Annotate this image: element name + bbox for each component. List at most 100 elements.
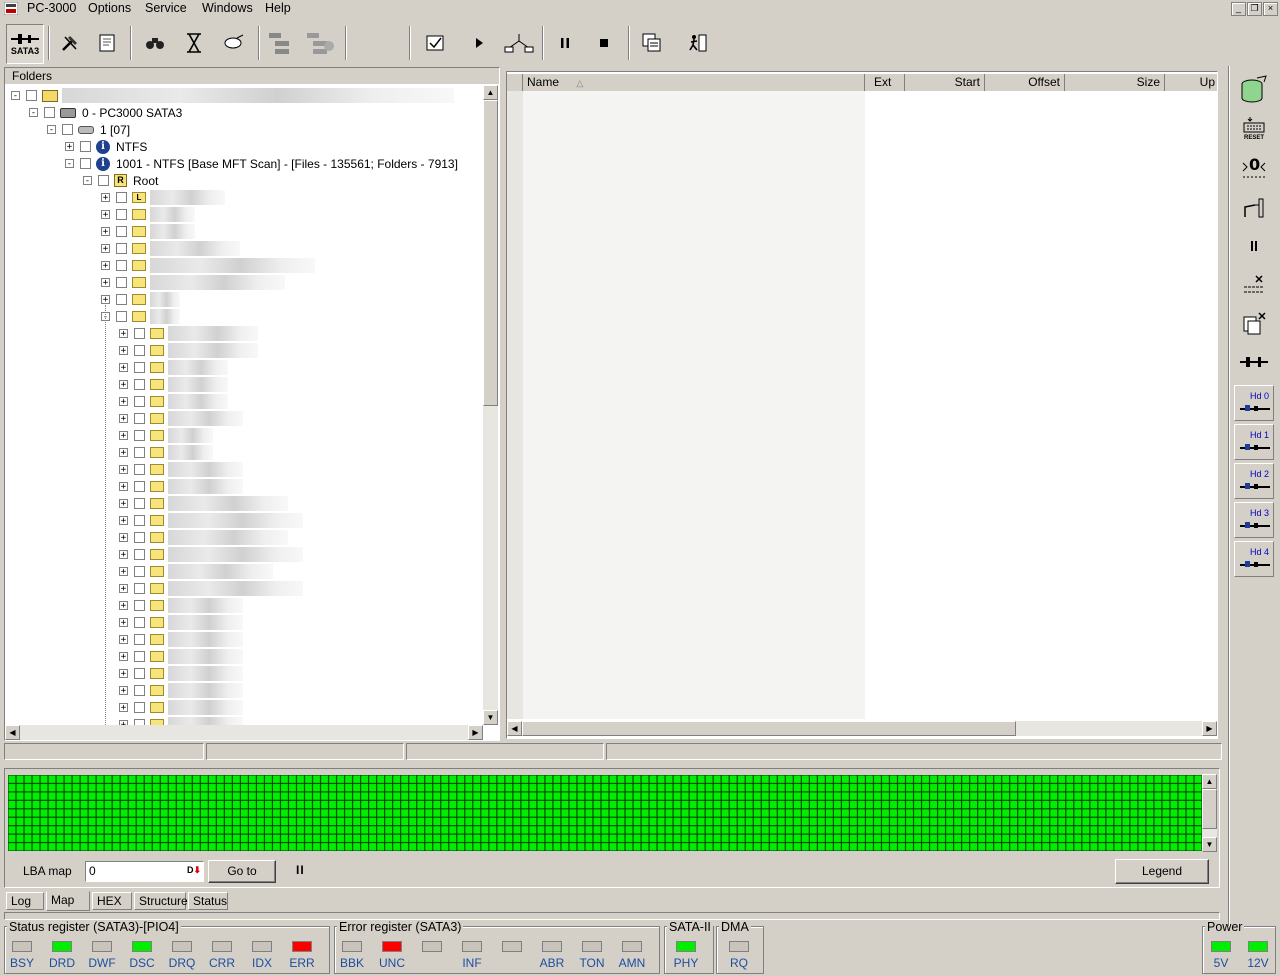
lba-block[interactable] — [777, 800, 785, 809]
lba-block[interactable] — [890, 800, 897, 809]
lba-block[interactable] — [184, 809, 192, 817]
lba-block[interactable] — [1026, 775, 1034, 783]
tree-scan[interactable]: - i 1001 - NTFS [Base MFT Scan] - [Files -… — [65, 155, 458, 172]
lba-block[interactable] — [200, 843, 208, 851]
lba-block[interactable] — [1098, 826, 1106, 834]
lba-block[interactable] — [353, 775, 360, 783]
lba-block[interactable] — [665, 800, 673, 809]
lba-block[interactable] — [433, 809, 441, 817]
lba-block[interactable] — [273, 800, 280, 809]
lba-block[interactable] — [705, 792, 713, 800]
lba-block[interactable] — [152, 826, 160, 834]
lba-block[interactable] — [858, 800, 865, 809]
lba-block[interactable] — [321, 792, 328, 800]
lba-block[interactable] — [569, 784, 577, 792]
lba-block[interactable] — [265, 826, 272, 834]
lba-block[interactable] — [561, 826, 569, 834]
lba-block[interactable] — [200, 809, 208, 817]
lba-block[interactable] — [152, 800, 160, 809]
tree-partition[interactable]: -1 [07] — [47, 121, 130, 138]
lba-block[interactable] — [321, 826, 328, 834]
lba-block[interactable] — [609, 809, 617, 817]
lba-block[interactable] — [697, 843, 705, 851]
lba-block[interactable] — [56, 809, 64, 817]
lba-block[interactable] — [481, 826, 489, 834]
lba-block[interactable] — [393, 792, 401, 800]
lba-block[interactable] — [96, 826, 104, 834]
tree-checkbox[interactable] — [134, 396, 145, 407]
lba-block[interactable] — [681, 834, 689, 842]
lba-block[interactable] — [1010, 792, 1018, 800]
lba-block[interactable] — [56, 843, 64, 851]
lba-block[interactable] — [777, 834, 785, 842]
lba-block[interactable] — [1106, 817, 1114, 826]
lba-block[interactable] — [216, 834, 224, 842]
lba-block[interactable] — [409, 817, 417, 826]
lba-block[interactable] — [1186, 843, 1194, 851]
lba-block[interactable] — [96, 784, 104, 792]
lba-block[interactable] — [249, 800, 256, 809]
lba-block[interactable] — [946, 826, 953, 834]
lba-block[interactable] — [914, 826, 921, 834]
lba-block[interactable] — [577, 809, 585, 817]
lba-block[interactable] — [1170, 792, 1178, 800]
lba-block[interactable] — [874, 800, 881, 809]
lba-map-grid[interactable] — [8, 775, 1202, 851]
lba-block[interactable] — [481, 792, 489, 800]
lba-block[interactable] — [890, 792, 897, 800]
lba-block[interactable] — [529, 775, 537, 783]
lba-block[interactable] — [32, 775, 40, 783]
lba-block[interactable] — [513, 784, 521, 792]
lba-block[interactable] — [425, 809, 433, 817]
column-start[interactable]: Start — [905, 74, 985, 91]
lba-block[interactable] — [898, 800, 905, 809]
expand-icon[interactable]: + — [119, 703, 128, 713]
exit-button[interactable] — [681, 24, 715, 62]
lba-block[interactable] — [160, 834, 168, 842]
lba-block[interactable] — [80, 817, 88, 826]
tree-subfolder[interactable]: + — [119, 580, 303, 597]
lba-block[interactable] — [529, 809, 537, 817]
tree-list-gray-button[interactable] — [303, 24, 337, 62]
lba-block[interactable] — [96, 817, 104, 826]
lba-block[interactable] — [112, 775, 120, 783]
lba-block[interactable] — [1066, 843, 1074, 851]
lba-block[interactable] — [962, 809, 970, 817]
lba-block[interactable] — [1186, 834, 1194, 842]
lba-block[interactable] — [697, 792, 705, 800]
lba-block[interactable] — [954, 826, 961, 834]
lba-block[interactable] — [1154, 826, 1162, 834]
scroll-thumb[interactable] — [483, 100, 498, 406]
menu-service[interactable]: Service — [145, 0, 187, 16]
lba-block[interactable] — [425, 775, 433, 783]
lba-block[interactable] — [842, 792, 849, 800]
lba-block[interactable] — [681, 817, 689, 826]
lba-block[interactable] — [257, 843, 264, 851]
head-0-button[interactable]: Hd 0 — [1234, 385, 1274, 421]
lba-block[interactable] — [1106, 800, 1114, 809]
lba-block[interactable] — [80, 775, 88, 783]
lba-block[interactable] — [1122, 784, 1130, 792]
lba-block[interactable] — [257, 809, 264, 817]
lba-block[interactable] — [1026, 826, 1034, 834]
lba-block[interactable] — [337, 834, 344, 842]
lba-block[interactable] — [24, 843, 32, 851]
lba-block[interactable] — [72, 817, 80, 826]
lba-block[interactable] — [473, 784, 481, 792]
lba-block[interactable] — [457, 817, 465, 826]
lba-block[interactable] — [633, 784, 641, 792]
lba-block[interactable] — [168, 775, 176, 783]
lba-block[interactable] — [441, 800, 449, 809]
lba-block[interactable] — [842, 775, 849, 783]
lba-block[interactable] — [409, 826, 417, 834]
lba-block[interactable] — [385, 826, 393, 834]
lba-block[interactable] — [1082, 809, 1090, 817]
lba-block[interactable] — [417, 775, 425, 783]
lba-block[interactable] — [825, 817, 833, 826]
lba-block[interactable] — [417, 834, 425, 842]
lba-block[interactable] — [1154, 843, 1162, 851]
sata3-button[interactable]: SATA3 — [6, 24, 44, 64]
lba-block[interactable] — [633, 826, 641, 834]
expand-icon[interactable]: + — [119, 482, 128, 492]
lba-block[interactable] — [801, 817, 809, 826]
